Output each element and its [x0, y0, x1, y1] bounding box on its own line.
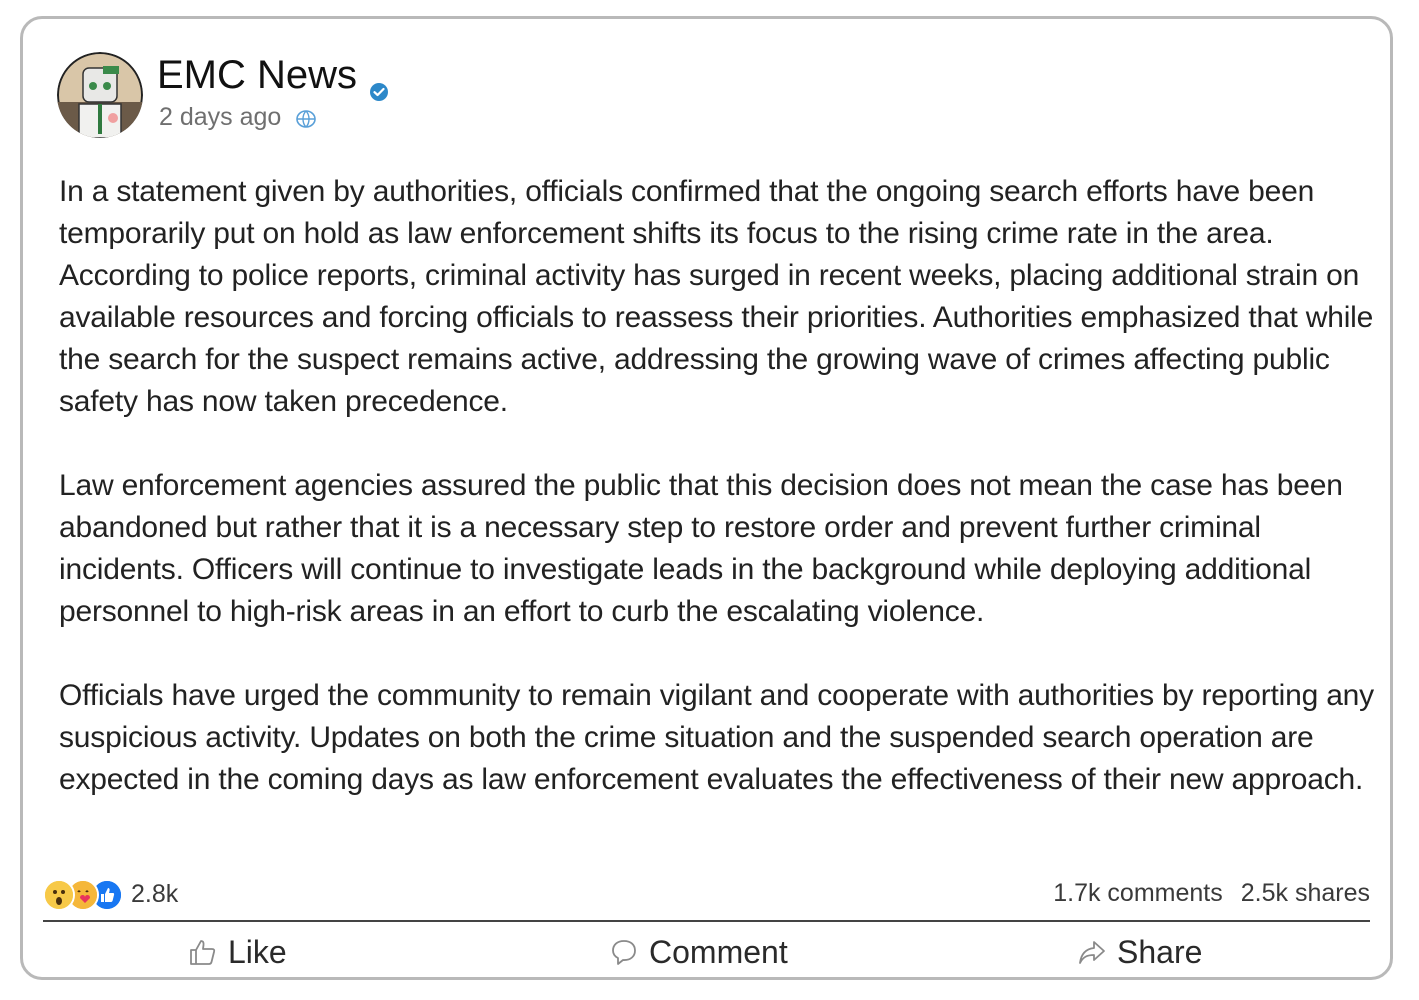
- post-paragraph-2: Law enforcement agencies assured the pub…: [59, 469, 1343, 628]
- like-button[interactable]: Like: [188, 929, 287, 975]
- page-name[interactable]: EMC News: [157, 51, 389, 101]
- post-paragraph-3: Officials have urged the community to re…: [59, 679, 1374, 796]
- post-paragraph-1: In a statement given by authorities, off…: [59, 175, 1374, 418]
- post-meta: 2 days ago: [159, 101, 319, 133]
- reaction-summary[interactable]: 2.8k: [43, 879, 178, 911]
- wow-reaction-icon: [43, 879, 75, 911]
- thumbs-up-icon: [188, 937, 218, 967]
- comment-bubble-icon: [609, 937, 639, 967]
- post-body: In a statement given by authorities, off…: [59, 171, 1374, 843]
- comment-count[interactable]: 1.7k comments: [1053, 879, 1223, 908]
- verified-badge-icon: [369, 65, 389, 101]
- comment-label: Comment: [649, 933, 788, 970]
- globe-icon[interactable]: [293, 106, 319, 128]
- share-label: Share: [1117, 933, 1203, 970]
- post-card: EMC News 2 days ago In a statement given…: [20, 16, 1393, 980]
- avatar[interactable]: [57, 52, 143, 138]
- engagement-stats: 1.7k comments 2.5k shares: [1053, 879, 1370, 908]
- divider: [43, 920, 1370, 922]
- reaction-icons: [43, 879, 125, 911]
- comment-button[interactable]: Comment: [609, 929, 788, 975]
- like-label: Like: [228, 933, 287, 970]
- share-count[interactable]: 2.5k shares: [1241, 879, 1370, 908]
- page-name-label[interactable]: EMC News: [157, 51, 357, 99]
- reaction-count[interactable]: 2.8k: [131, 880, 178, 909]
- share-button[interactable]: Share: [1077, 929, 1202, 975]
- timestamp[interactable]: 2 days ago: [159, 101, 281, 133]
- share-arrow-icon: [1077, 937, 1107, 967]
